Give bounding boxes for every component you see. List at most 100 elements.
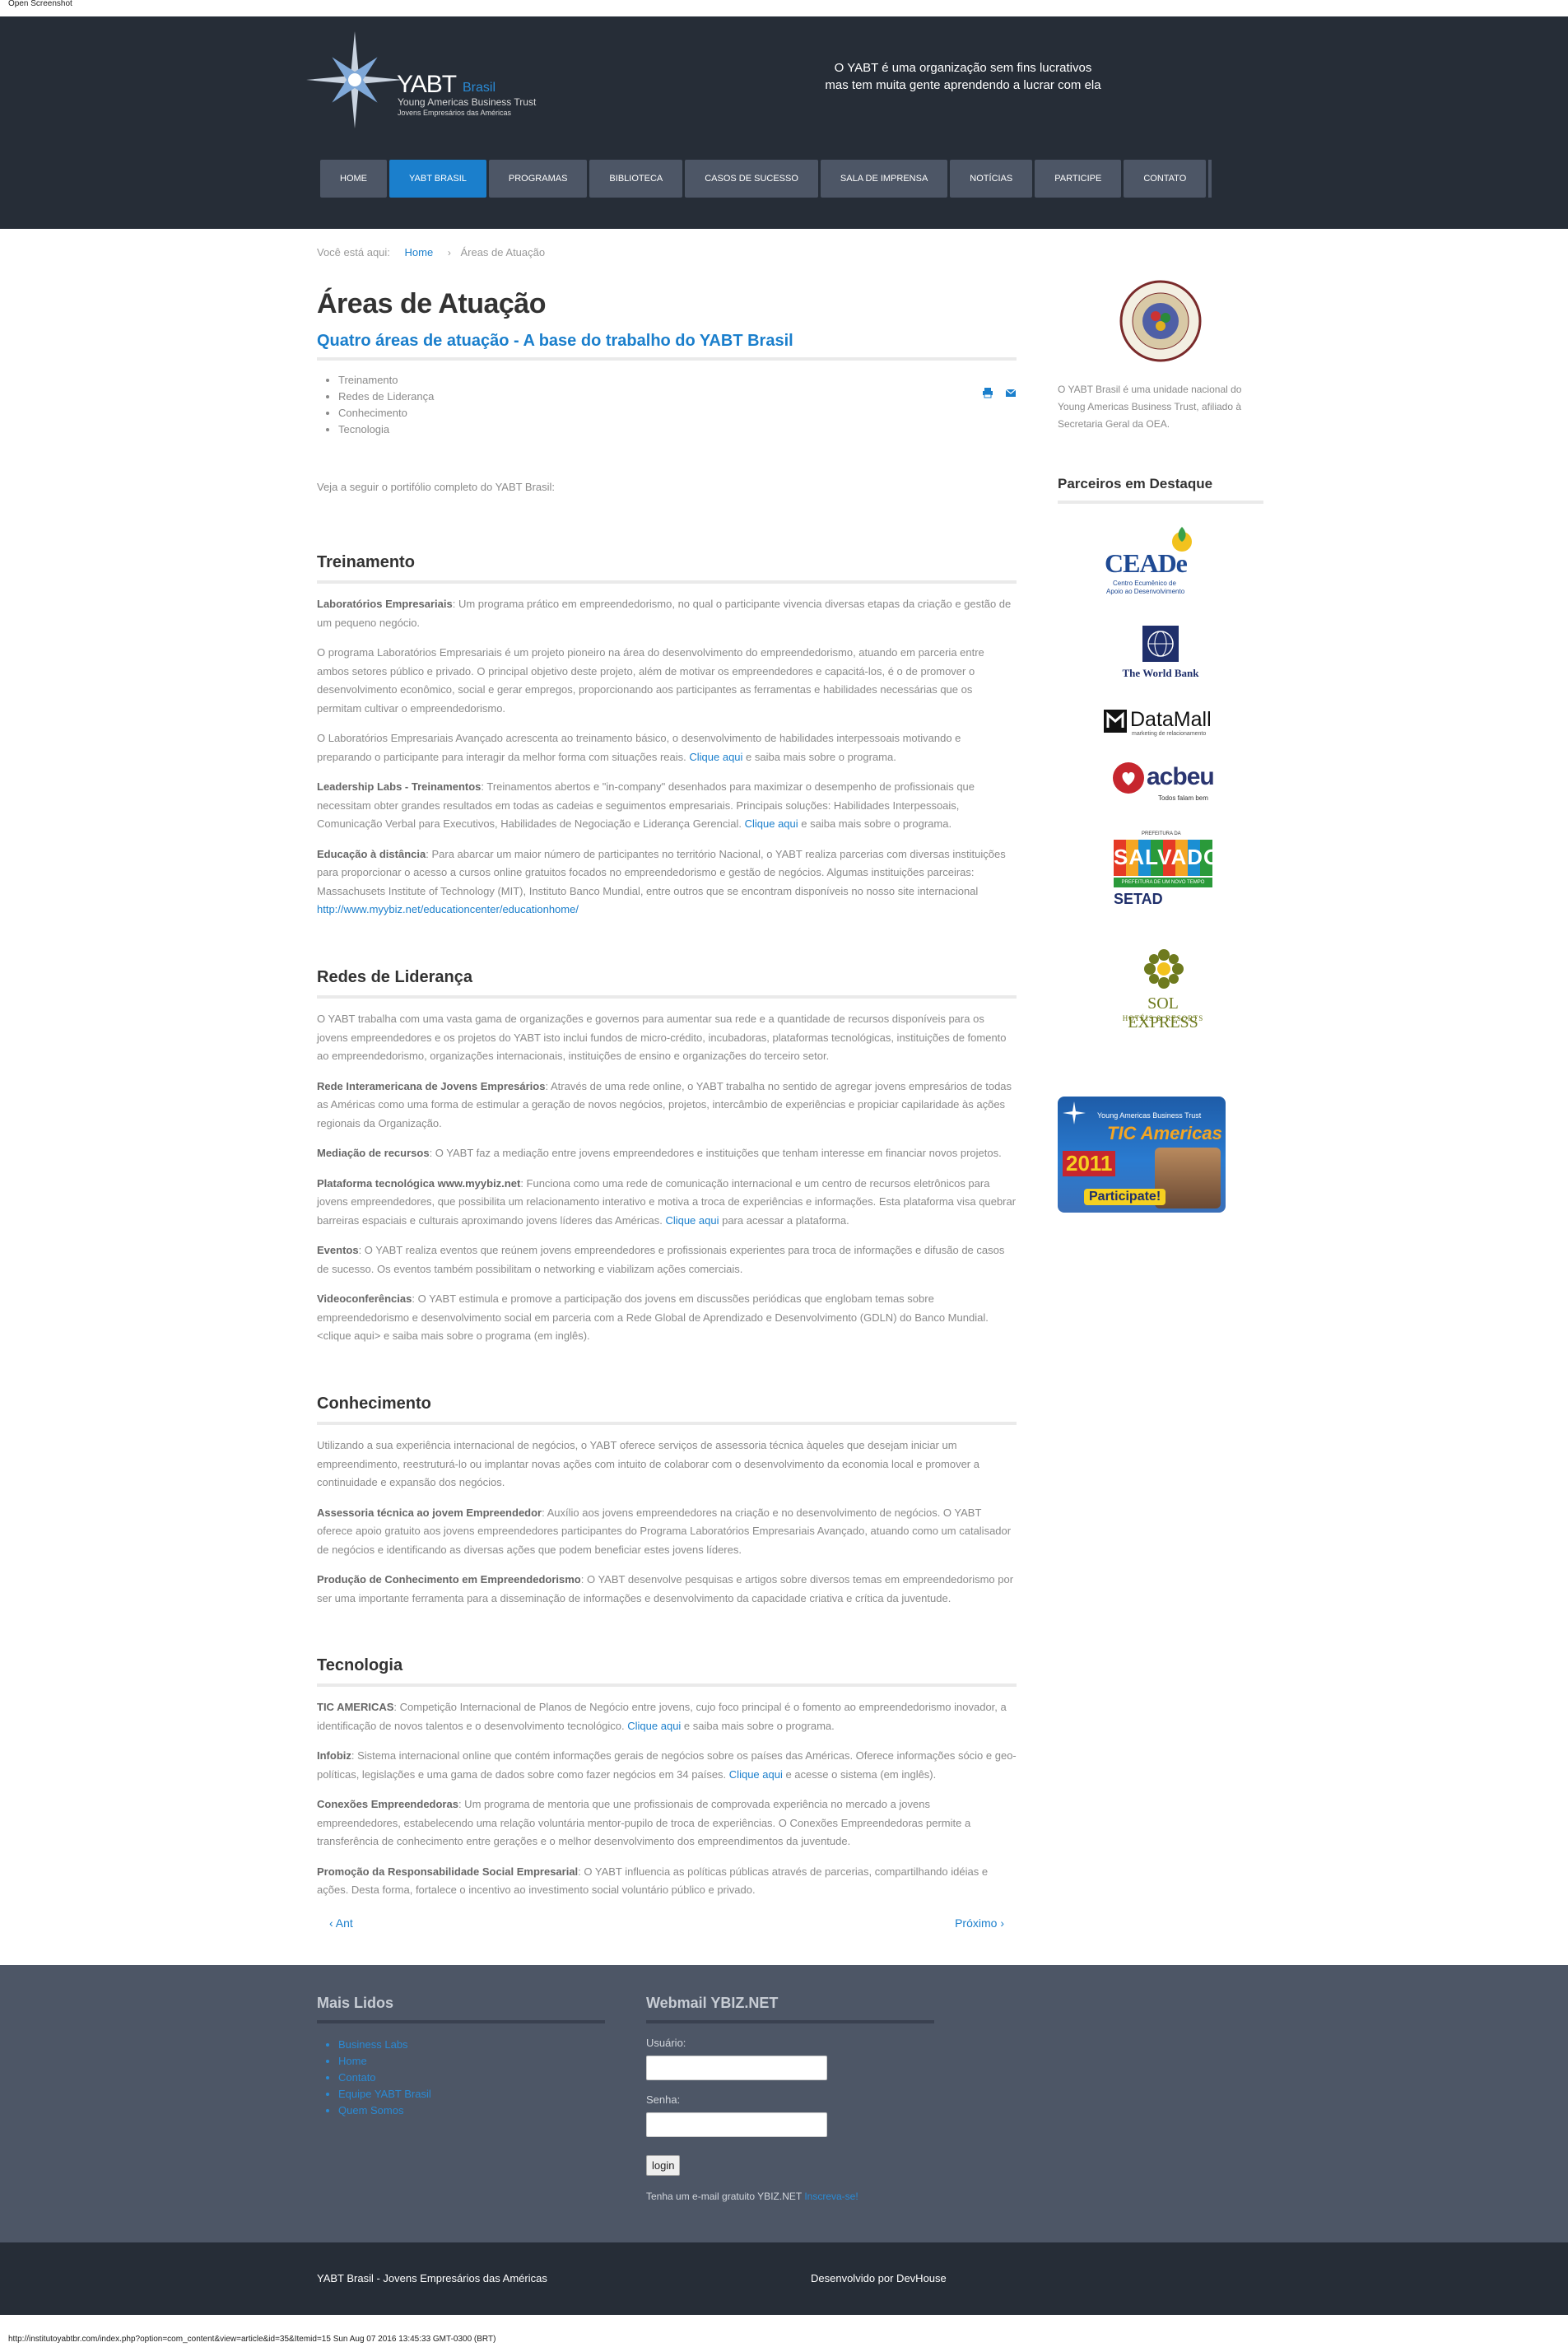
worldbank-name: The World Bank (1122, 667, 1199, 679)
paragraph: Mediação de recursos: O YABT faz a media… (317, 1147, 1002, 1159)
logo-brasil: Brasil (463, 81, 496, 95)
site-header: YABT Brasil Young Americas Business Trus… (0, 16, 1568, 229)
nav-noticias[interactable]: NOTÍCIAS (950, 160, 1033, 198)
datamall-mark-icon (1104, 710, 1127, 733)
topic-list: Treinamento Redes de Liderança Conhecime… (317, 372, 1017, 438)
star-icon (1063, 1101, 1086, 1125)
breadcrumb-current: Áreas de Atuação (460, 246, 546, 258)
breadcrumb-home-link[interactable]: Home (405, 246, 434, 258)
salvador-name: SALVADOR (1114, 845, 1238, 869)
prev-link[interactable]: ‹ Ant (329, 1916, 353, 1930)
header-tagline: O YABT é uma organização sem fins lucrat… (790, 59, 1136, 94)
section-heading: Conhecimento (317, 1395, 1017, 1425)
nav-casos-de-sucesso[interactable]: CASOS DE SUCESSO (685, 160, 818, 198)
mais-lidos-link[interactable]: Quem Somos (338, 2103, 605, 2119)
chevron-right-icon: › (447, 247, 451, 258)
nav-yabt-brasil[interactable]: YABT BRASIL (389, 160, 486, 198)
status-bar-url: http://institutoyabtbr.com/index.php?opt… (8, 2335, 496, 2344)
next-link[interactable]: Próximo › (955, 1916, 1004, 1930)
partner-ceade-logo[interactable]: CEADe Centro Ecumênico de Apoio ao Desen… (1103, 524, 1218, 601)
section-redes: Redes de Liderança O YABT trabalha com u… (317, 968, 1017, 1346)
clique-aqui-link[interactable]: Clique aqui (729, 1768, 783, 1781)
mais-lidos-link[interactable]: Contato (338, 2070, 605, 2086)
username-input[interactable] (646, 2056, 827, 2080)
paragraph: Videoconferências: O YABT estimula e pro… (317, 1292, 989, 1342)
nav-participe[interactable]: PARTICIPE (1035, 160, 1122, 198)
bottom-bar: YABT Brasil - Jovens Empresários das Amé… (0, 2242, 1568, 2315)
screenshot-label: Open Screenshot (8, 0, 72, 8)
paragraph: O YABT trabalha com uma vasta gama de or… (317, 1013, 1007, 1062)
section-heading: Tecnologia (317, 1656, 1017, 1687)
site-footer: Mais Lidos Business Labs Home Contato Eq… (0, 1965, 1568, 2242)
webmail-note: Tenha um e-mail gratuito YBIZ.NET Inscre… (646, 2191, 858, 2202)
mais-lidos-widget: Mais Lidos Business Labs Home Contato Eq… (317, 1995, 605, 2119)
page-title: Áreas de Atuação (317, 288, 546, 319)
acbeu-tagline: Todos falam bem (1158, 794, 1208, 802)
tic-banner-cta: Participate! (1084, 1189, 1166, 1205)
paragraph: Promoção da Responsabilidade Social Empr… (317, 1865, 989, 1897)
solexpress-tagline: HOTÉIS & RESORTS (1122, 1014, 1204, 1022)
partner-solexpress-logo[interactable]: SOL EXPRESS HOTÉIS & RESORTS (1112, 948, 1214, 1031)
nav-sala-de-imprensa[interactable]: SALA DE IMPRENSA (820, 160, 948, 198)
tic-americas-banner[interactable]: Young Americas Business Trust TIC Americ… (1058, 1097, 1226, 1213)
main-nav: HOME YABT BRASIL PROGRAMAS BIBLIOTECA CA… (320, 160, 1212, 198)
partner-datamall-logo[interactable]: DataMall marketing de relacionamento (1104, 708, 1227, 738)
page-subtitle: Quatro áreas de atuação - A base do trab… (317, 332, 1017, 361)
intro-text: Veja a seguir o portifólio completo do Y… (317, 481, 556, 493)
yabt-logo[interactable]: YABT Brasil Young Americas Business Trus… (306, 31, 570, 128)
tagline-line2: mas tem muita gente aprendendo a lucrar … (825, 78, 1101, 92)
mais-lidos-link[interactable]: Equipe YABT Brasil (338, 2086, 605, 2103)
globe-icon (1142, 626, 1179, 662)
myybiz-link[interactable]: http://www.myybiz.net/educationcenter/ed… (317, 903, 579, 915)
print-icon[interactable] (982, 387, 993, 398)
clique-aqui-link[interactable]: Clique aqui (689, 751, 742, 763)
paragraph: Educação à distância: Para abarcar um ma… (317, 847, 1006, 916)
paragraph: Assessoria técnica ao jovem Empreendedor… (317, 1506, 1012, 1556)
email-icon[interactable] (1005, 387, 1017, 398)
solexpress-name: SOL EXPRESS (1128, 994, 1198, 1031)
partner-acbeu-logo[interactable]: acbeu Todos falam bem (1112, 761, 1219, 808)
section-heading: Redes de Liderança (317, 968, 1017, 999)
nav-biblioteca[interactable]: BIBLIOTECA (589, 160, 683, 198)
login-button[interactable]: login (646, 2155, 681, 2176)
acbeu-heart-icon (1113, 762, 1144, 794)
salvador-sub: PREFEITURA DE UM NOVO TEMPO (1114, 878, 1212, 887)
developer-credit: Desenvolvido por DevHouse (811, 2272, 947, 2284)
breadcrumb-prefix: Você está aqui: (317, 246, 390, 258)
nav-home[interactable]: HOME (320, 160, 387, 198)
tic-banner-title: TIC Americas (1107, 1123, 1222, 1143)
paragraph: Produção de Conhecimento em Empreendedor… (317, 1573, 1014, 1604)
tagline-line1: O YABT é uma organização sem fins lucrat… (834, 61, 1092, 75)
partner-worldbank-logo[interactable]: The World Bank (1117, 626, 1207, 685)
partner-salvador-logo[interactable]: PREFEITURA DA SALVADOR PREFEITURA DE UM … (1114, 831, 1238, 910)
partners-title: Parceiros em Destaque (1058, 476, 1263, 504)
section-conhecimento: Conhecimento Utilizando a sua experiênci… (317, 1395, 1017, 1608)
mais-lidos-link[interactable]: Business Labs (338, 2037, 605, 2053)
list-item: Tecnologia (338, 421, 1017, 438)
copyright-text: YABT Brasil - Jovens Empresários das Amé… (317, 2272, 547, 2284)
clique-aqui-link[interactable]: Clique aqui (665, 1214, 719, 1227)
logo-trust: Young Americas Business Trust (398, 96, 537, 108)
webmail-widget: Webmail YBIZ.NET Usuário: Senha: login T… (646, 1995, 934, 2202)
chevron-right-icon: › (997, 1916, 1004, 1930)
paragraph: Infobiz: Sistema internacional online qu… (317, 1749, 1017, 1781)
password-input[interactable] (646, 2112, 827, 2137)
paragraph: TIC AMERICAS: Competição Internacional d… (317, 1701, 1007, 1732)
oea-seal-icon (1119, 280, 1202, 362)
salvador-top: PREFEITURA DA (1142, 831, 1181, 836)
username-label: Usuário: (646, 2037, 686, 2049)
paragraph: Rede Interamericana de Jovens Empresário… (317, 1079, 1012, 1129)
acbeu-name: acbeu (1147, 763, 1215, 790)
logo-jovens: Jovens Empresários das Américas (398, 109, 512, 117)
sidebar-description: O YABT Brasil é uma unidade nacional do … (1058, 384, 1242, 430)
webmail-title: Webmail YBIZ.NET (646, 1995, 934, 2023)
paragraph: Laboratórios Empresariais: Um programa p… (317, 598, 1012, 629)
signup-link[interactable]: Inscreva-se! (804, 2191, 858, 2202)
clique-aqui-link[interactable]: Clique aqui (745, 817, 798, 830)
nav-contato[interactable]: CONTATO (1124, 160, 1207, 198)
list-item: Treinamento (338, 372, 1017, 389)
mais-lidos-link[interactable]: Home (338, 2053, 605, 2070)
paragraph: Utilizando a sua experiência internacion… (317, 1439, 979, 1488)
clique-aqui-link[interactable]: Clique aqui (627, 1720, 681, 1732)
nav-programas[interactable]: PROGRAMAS (488, 160, 588, 198)
